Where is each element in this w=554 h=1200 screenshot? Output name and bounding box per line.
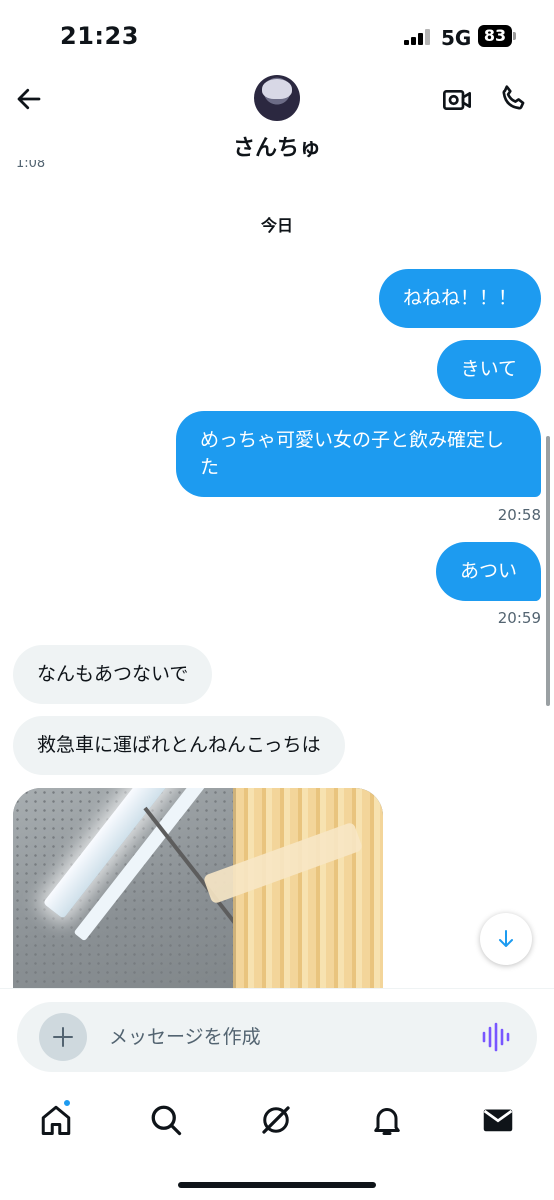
scrollbar[interactable] [546, 436, 550, 706]
network-type: 5G [441, 26, 472, 50]
mail-icon [483, 1109, 513, 1132]
composer-bar [17, 1002, 537, 1072]
tab-search[interactable] [148, 1102, 184, 1138]
message-timestamp: 20:58 [497, 506, 541, 524]
bottom-tab-bar [0, 1096, 554, 1156]
voice-message-button[interactable] [481, 1022, 513, 1052]
date-separator: 今日 [260, 216, 293, 235]
battery-icon: 83 [478, 25, 512, 47]
bell-icon [374, 1108, 400, 1135]
signal-strength-icon [404, 29, 434, 45]
search-icon [151, 1105, 182, 1136]
message-bubble-outgoing[interactable]: めっちゃ可愛い女の子と飲み確定した [176, 411, 541, 497]
message-timestamp: 20:59 [497, 609, 541, 627]
arrow-down-icon [499, 930, 513, 947]
message-input[interactable] [109, 1019, 459, 1055]
grok-icon [262, 1106, 290, 1134]
composer-area [0, 988, 554, 1200]
message-bubble-outgoing[interactable]: きいて [436, 340, 541, 399]
plus-icon [53, 1027, 73, 1047]
home-indicator [178, 1182, 376, 1188]
voice-waveform-icon [482, 1022, 510, 1052]
add-attachment-button[interactable] [39, 1013, 87, 1061]
photo-attachment[interactable] [13, 788, 383, 993]
scroll-to-bottom-button[interactable] [480, 913, 532, 965]
status-time: 21:23 [60, 22, 139, 50]
battery-cap [513, 32, 516, 40]
voice-call-button[interactable] [498, 82, 530, 114]
tab-messages[interactable] [480, 1102, 516, 1138]
back-button[interactable] [14, 84, 44, 114]
contact-avatar[interactable] [254, 75, 300, 121]
back-arrow-icon [17, 88, 41, 110]
status-bar: 21:23 5G 83 [0, 0, 554, 70]
conversation-header: さんちゅ [0, 70, 554, 170]
message-bubble-outgoing[interactable]: ねねね！！！ [378, 269, 541, 328]
previous-timestamp: 1:08 [16, 160, 46, 171]
message-bubble-incoming[interactable]: 救急車に運ばれとんねんこっちは [13, 716, 345, 775]
video-call-button[interactable] [441, 84, 473, 116]
tab-home[interactable] [38, 1098, 74, 1138]
message-bubble-incoming[interactable]: なんもあつないで [13, 645, 213, 704]
tab-grok[interactable] [258, 1102, 294, 1138]
video-camera-icon [443, 90, 471, 110]
phone-icon [502, 85, 525, 110]
notification-dot [62, 1098, 72, 1108]
contact-name[interactable]: さんちゅ [0, 130, 554, 162]
tab-notifications[interactable] [369, 1102, 405, 1138]
message-bubble-outgoing[interactable]: あつい [435, 542, 541, 601]
